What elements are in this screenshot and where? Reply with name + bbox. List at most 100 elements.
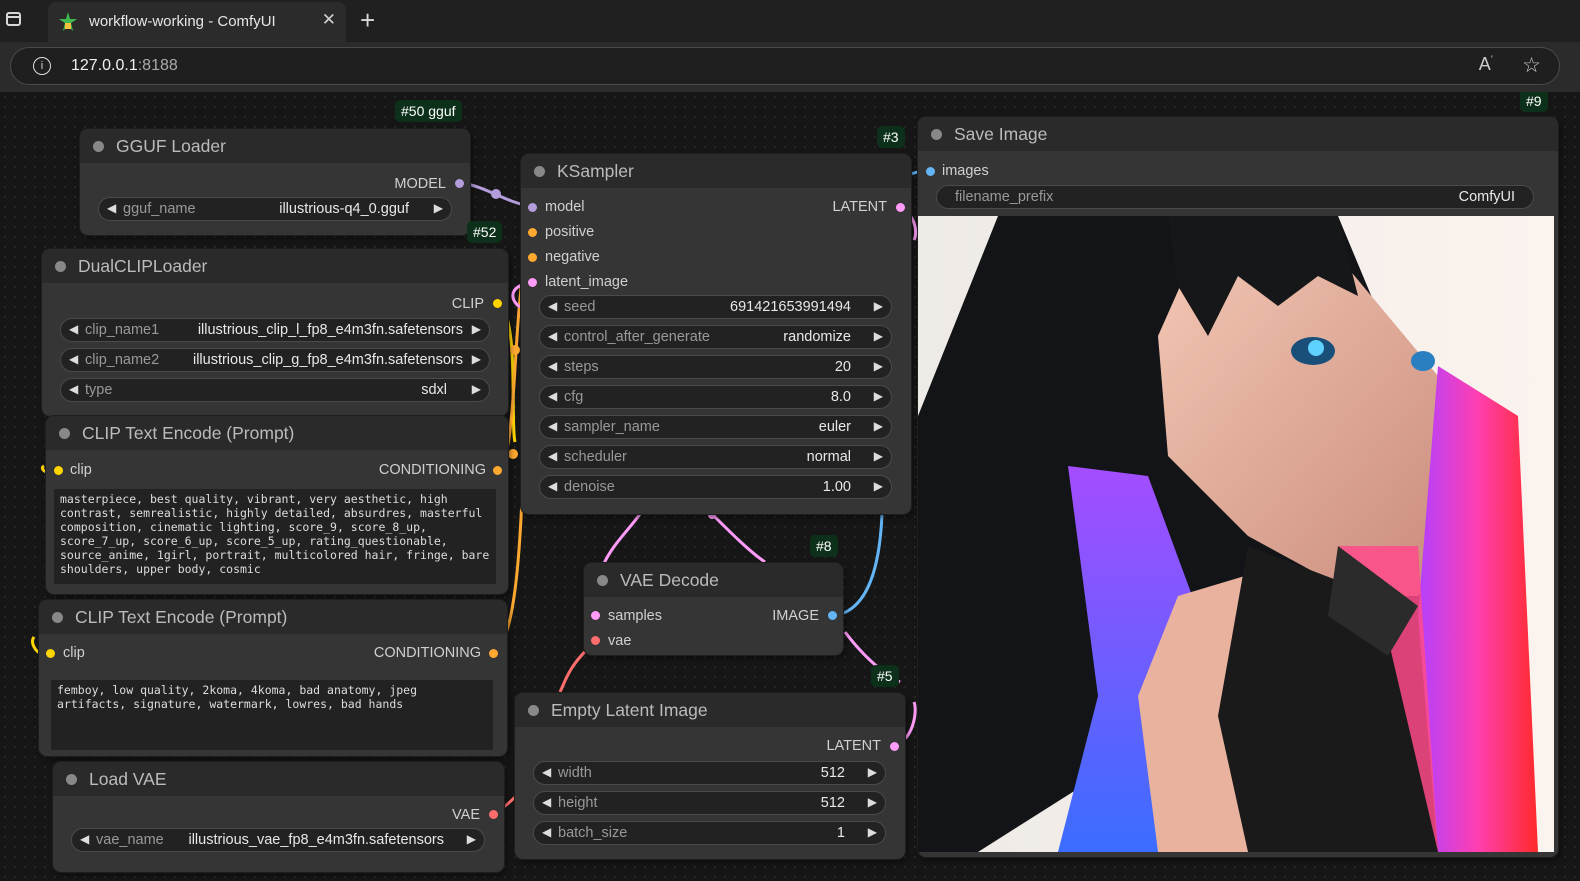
clip-text-encode-positive-node[interactable]: CLIP Text Encode (Prompt) clip CONDITION… bbox=[46, 416, 508, 594]
output-label-conditioning: CONDITIONING bbox=[378, 462, 486, 478]
increment-arrow-icon[interactable]: ▶ bbox=[874, 299, 883, 313]
output-socket-conditioning[interactable] bbox=[493, 466, 502, 475]
load-vae-node[interactable]: Load VAE VAE ◀ vae_name illustrious_vae_… bbox=[53, 762, 504, 872]
vae-decode-node[interactable]: VAE Decode samples IMAGE vae bbox=[584, 563, 843, 655]
width-number[interactable]: ◀ width 512 ▶ bbox=[533, 761, 886, 785]
input-socket-images[interactable] bbox=[926, 167, 935, 176]
increment-arrow-icon[interactable]: ▶ bbox=[874, 389, 883, 403]
type-combo[interactable]: ◀ type sdxl ▶ bbox=[60, 378, 490, 402]
node-canvas[interactable]: #50 gguf GGUF Loader MODEL ◀ gguf_name i… bbox=[0, 92, 1580, 881]
collapse-dot-icon[interactable] bbox=[534, 166, 545, 177]
decrement-arrow-icon[interactable]: ◀ bbox=[548, 299, 557, 313]
increment-arrow-icon[interactable]: ▶ bbox=[868, 765, 877, 779]
prev-arrow-icon[interactable]: ◀ bbox=[69, 322, 78, 336]
input-socket-positive[interactable] bbox=[528, 228, 537, 237]
site-info-icon[interactable]: i bbox=[33, 57, 51, 75]
prev-arrow-icon[interactable]: ◀ bbox=[548, 449, 557, 463]
decrement-arrow-icon[interactable]: ◀ bbox=[548, 479, 557, 493]
input-socket-clip[interactable] bbox=[46, 649, 55, 658]
next-arrow-icon[interactable]: ▶ bbox=[874, 329, 883, 343]
input-socket-clip[interactable] bbox=[54, 466, 63, 475]
batch-size-number[interactable]: ◀ batch_size 1 ▶ bbox=[533, 821, 886, 845]
vae-name-combo[interactable]: ◀ vae_name illustrious_vae_fp8_e4m3fn.sa… bbox=[71, 828, 485, 852]
prev-arrow-icon[interactable]: ◀ bbox=[548, 419, 557, 433]
increment-arrow-icon[interactable]: ▶ bbox=[874, 359, 883, 373]
next-arrow-icon[interactable]: ▶ bbox=[472, 382, 481, 396]
output-socket-image[interactable] bbox=[828, 611, 837, 620]
prev-arrow-icon[interactable]: ◀ bbox=[80, 832, 89, 846]
widget-value: illustrious_clip_g_fp8_e4m3fn.safetensor… bbox=[192, 352, 463, 368]
decrement-arrow-icon[interactable]: ◀ bbox=[548, 389, 557, 403]
ksampler-node[interactable]: KSampler model LATENT positive negative … bbox=[521, 154, 911, 514]
output-socket-latent[interactable] bbox=[890, 742, 899, 751]
prev-arrow-icon[interactable]: ◀ bbox=[107, 201, 116, 215]
collapse-dot-icon[interactable] bbox=[66, 774, 77, 785]
read-aloud-icon[interactable]: Aʼ bbox=[1479, 54, 1493, 75]
control-after-generate-combo[interactable]: ◀ control_after_generate randomize ▶ bbox=[539, 325, 892, 349]
new-tab-icon[interactable]: + bbox=[360, 5, 375, 36]
increment-arrow-icon[interactable]: ▶ bbox=[868, 825, 877, 839]
decrement-arrow-icon[interactable]: ◀ bbox=[542, 795, 551, 809]
cfg-number[interactable]: ◀ cfg 8.0 ▶ bbox=[539, 385, 892, 409]
input-label-vae: vae bbox=[608, 633, 632, 649]
seed-number[interactable]: ◀ seed 691421653991494 ▶ bbox=[539, 295, 892, 319]
collapse-dot-icon[interactable] bbox=[93, 141, 104, 152]
decrement-arrow-icon[interactable]: ◀ bbox=[548, 359, 557, 373]
collapse-dot-icon[interactable] bbox=[55, 261, 66, 272]
prompt-textarea[interactable]: masterpiece, best quality, vibrant, very… bbox=[54, 489, 496, 584]
prev-arrow-icon[interactable]: ◀ bbox=[69, 352, 78, 366]
next-arrow-icon[interactable]: ▶ bbox=[472, 322, 481, 336]
output-label-latent: LATENT bbox=[826, 738, 881, 754]
next-arrow-icon[interactable]: ▶ bbox=[874, 419, 883, 433]
prev-arrow-icon[interactable]: ◀ bbox=[69, 382, 78, 396]
output-socket-model[interactable] bbox=[455, 179, 464, 188]
decrement-arrow-icon[interactable]: ◀ bbox=[542, 765, 551, 779]
next-arrow-icon[interactable]: ▶ bbox=[434, 201, 443, 215]
url-field[interactable]: i 127.0.0.1:8188 Aʼ ☆ bbox=[10, 47, 1560, 85]
steps-number[interactable]: ◀ steps 20 ▶ bbox=[539, 355, 892, 379]
sampler-name-combo[interactable]: ◀ sampler_name euler ▶ bbox=[539, 415, 892, 439]
scheduler-combo[interactable]: ◀ scheduler normal ▶ bbox=[539, 445, 892, 469]
window-menu-icon[interactable] bbox=[6, 12, 21, 26]
prev-arrow-icon[interactable]: ◀ bbox=[548, 329, 557, 343]
filename-prefix-text[interactable]: filename_prefix ComfyUI bbox=[936, 185, 1534, 209]
input-label-samples: samples bbox=[608, 608, 662, 624]
input-socket-latent-image[interactable] bbox=[528, 278, 537, 287]
next-arrow-icon[interactable]: ▶ bbox=[472, 352, 481, 366]
node-badge-vae-decode: #8 bbox=[810, 535, 838, 557]
collapse-dot-icon[interactable] bbox=[52, 612, 63, 623]
empty-latent-image-node[interactable]: Empty Latent Image LATENT ◀ width 512 ▶ … bbox=[515, 693, 905, 859]
collapse-dot-icon[interactable] bbox=[59, 428, 70, 439]
input-socket-negative[interactable] bbox=[528, 253, 537, 262]
favorite-star-icon[interactable]: ☆ bbox=[1522, 53, 1541, 78]
prompt-textarea[interactable]: femboy, low quality, 2koma, 4koma, bad a… bbox=[51, 680, 493, 750]
output-socket-vae[interactable] bbox=[489, 810, 498, 819]
clip-name2-combo[interactable]: ◀ clip_name2 illustrious_clip_g_fp8_e4m3… bbox=[60, 348, 490, 372]
height-number[interactable]: ◀ height 512 ▶ bbox=[533, 791, 886, 815]
input-socket-model[interactable] bbox=[528, 203, 537, 212]
save-image-node[interactable]: Save Image images filename_prefix ComfyU… bbox=[918, 117, 1558, 857]
browser-tab[interactable]: workflow-working - ComfyUI ✕ bbox=[48, 2, 346, 42]
collapse-dot-icon[interactable] bbox=[931, 129, 942, 140]
denoise-number[interactable]: ◀ denoise 1.00 ▶ bbox=[539, 475, 892, 499]
input-socket-vae[interactable] bbox=[591, 636, 600, 645]
output-socket-latent[interactable] bbox=[896, 203, 905, 212]
collapse-dot-icon[interactable] bbox=[528, 705, 539, 716]
next-arrow-icon[interactable]: ▶ bbox=[874, 449, 883, 463]
gguf-loader-node[interactable]: GGUF Loader MODEL ◀ gguf_name illustriou… bbox=[80, 129, 470, 235]
input-socket-samples[interactable] bbox=[591, 611, 600, 620]
close-tab-icon[interactable]: ✕ bbox=[322, 10, 336, 30]
clip-text-encode-negative-node[interactable]: CLIP Text Encode (Prompt) clip CONDITION… bbox=[39, 600, 507, 756]
increment-arrow-icon[interactable]: ▶ bbox=[874, 479, 883, 493]
increment-arrow-icon[interactable]: ▶ bbox=[868, 795, 877, 809]
dual-clip-loader-node[interactable]: DualCLIPLoader CLIP ◀ clip_name1 illustr… bbox=[42, 249, 508, 416]
clip-name1-combo[interactable]: ◀ clip_name1 illustrious_clip_l_fp8_e4m3… bbox=[60, 318, 490, 342]
widget-value: illustrious_vae_fp8_e4m3fn.safetensors bbox=[188, 832, 444, 848]
output-socket-conditioning[interactable] bbox=[489, 649, 498, 658]
collapse-dot-icon[interactable] bbox=[597, 575, 608, 586]
gguf-name-combo[interactable]: ◀ gguf_name illustrious-q4_0.gguf ▶ bbox=[98, 197, 452, 221]
next-arrow-icon[interactable]: ▶ bbox=[467, 832, 476, 846]
generated-image-preview[interactable] bbox=[918, 216, 1554, 852]
output-socket-clip[interactable] bbox=[493, 299, 502, 308]
decrement-arrow-icon[interactable]: ◀ bbox=[542, 825, 551, 839]
